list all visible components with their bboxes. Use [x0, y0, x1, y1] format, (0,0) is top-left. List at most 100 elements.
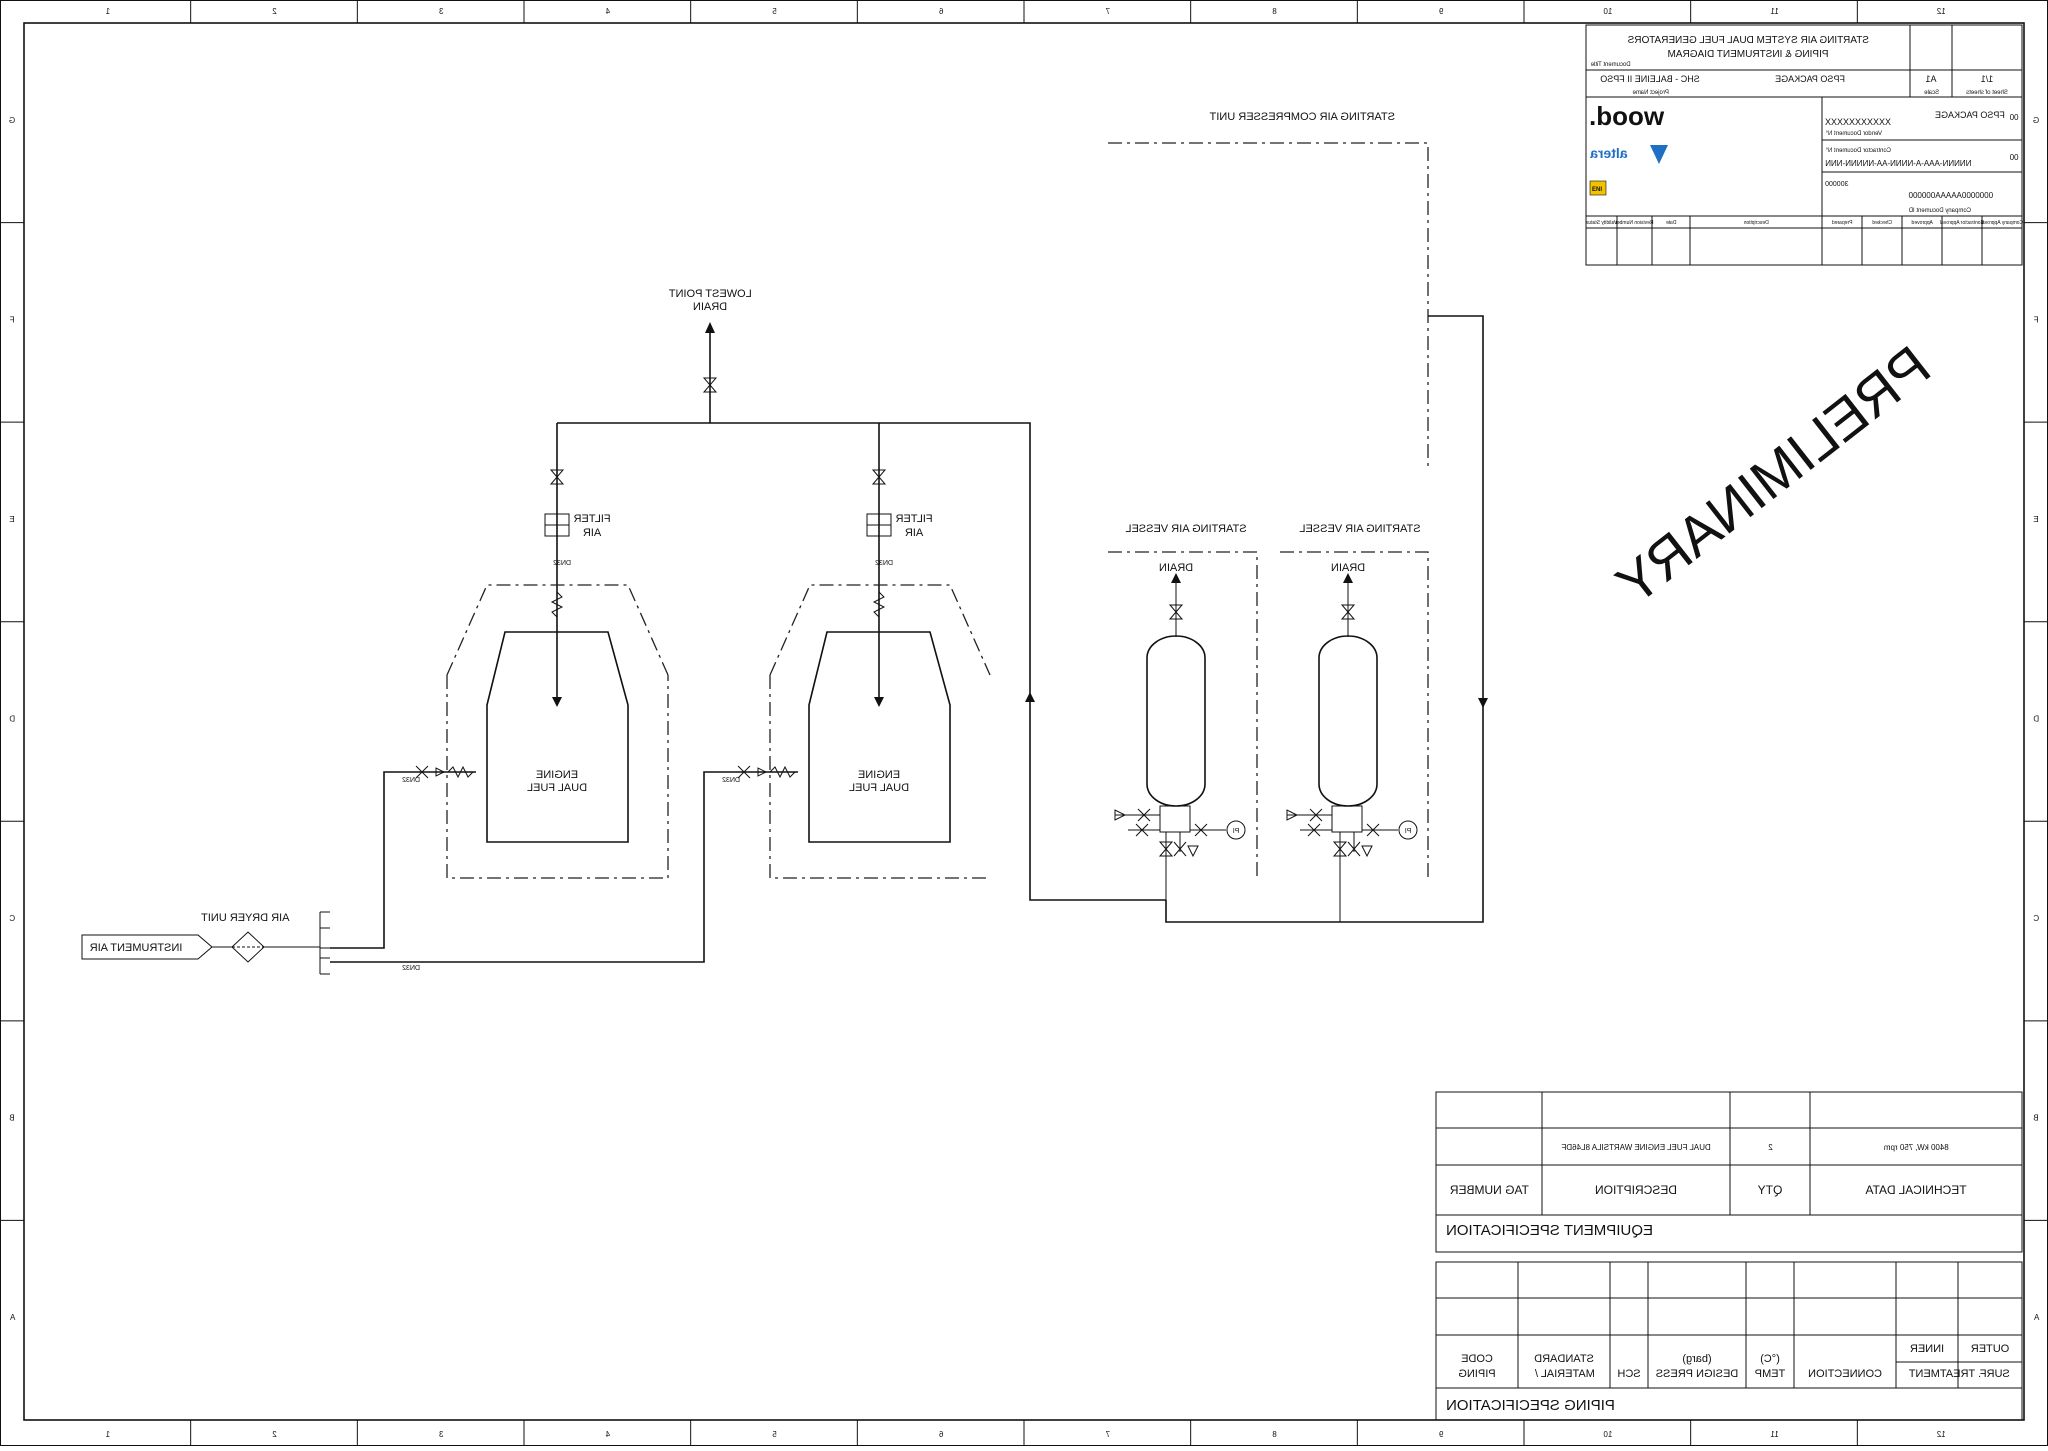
title-block: STARTING AIR SYSTEM DUAL FUEL GENERATORS…: [1585, 24, 2023, 266]
compressor-unit-label: STARTING AIR COMPRESSER UNIT: [1209, 111, 1395, 123]
revision-table-headers: Validity StatusRevision Number Date Descri…: [1585, 220, 2023, 226]
column-mark-label: 11: [1770, 7, 1779, 16]
pipe-col-inner: INNER: [1910, 1343, 1944, 1355]
company-doc-number: 0000000AAAAA000000: [1908, 191, 1993, 200]
column-mark-label: 8: [1272, 1430, 1277, 1439]
revision-header-label: Checked: [1872, 220, 1892, 226]
revision-header-label: Company Approval: [1981, 220, 2023, 226]
sheet-size: A1: [1925, 74, 1936, 84]
line-tag-c: DN32: [402, 777, 420, 784]
vessel-1-manifold: [1159, 805, 1191, 833]
column-mark-label: 10: [1603, 7, 1612, 16]
pipe-col-press-a: (barg): [1682, 1353, 1711, 1365]
vessel-2-drain-label: DRAIN: [1331, 562, 1365, 574]
engine-2-assembly: FILTER AIR DN32 ENGINE DUAL FUEL: [769, 423, 991, 879]
revision-header-label: Revision Number: [1615, 220, 1654, 226]
partner-logo: altera: [1590, 145, 1628, 161]
column-mark-label: 7: [1105, 1430, 1110, 1439]
row-mark-label: G: [2033, 116, 2039, 125]
column-mark-label: 6: [938, 7, 943, 16]
revision-header-label: Description: [1743, 220, 1768, 226]
revision-header-label: Contractor Approval: [1940, 220, 1984, 226]
pipe-col-piping-b: PIPING: [1458, 1368, 1495, 1380]
project-field-label: Project Name: [1632, 90, 1669, 96]
row-grid-marks: G G F F E E D D C C B B A A: [0, 116, 2048, 1322]
row-mark-label: C: [2033, 914, 2039, 923]
equipment-spec-heading: EQUIPMENT SPECIFICATION: [1446, 1222, 1653, 1239]
vendor-doc-label: Vendor Document N°: [1825, 131, 1882, 137]
owner-logo-code: ENI: [1592, 187, 1602, 193]
row-mark-label: E: [9, 515, 14, 524]
column-mark-label: 6: [938, 1430, 943, 1439]
instrument-air-label: INSTRUMENT AIR: [90, 942, 183, 954]
row-mark-label: B: [2033, 1114, 2038, 1123]
equip-cell-description: DUAL FUEL ENGINE WARTSILA 8L46DF: [1561, 1143, 1710, 1152]
lowest-point-drain: LOWEST POINT DRAIN: [669, 288, 752, 423]
line-tag-d: DN32: [722, 777, 740, 784]
column-mark-label: 10: [1603, 1430, 1612, 1439]
revision-a: 00: [2009, 113, 2018, 122]
pipe-col-temp-a: (°C): [1760, 1353, 1780, 1365]
column-mark-label: 3: [438, 7, 443, 16]
lowest-point-label: LOWEST POINT: [669, 288, 752, 300]
column-mark-label: 9: [1438, 1430, 1443, 1439]
column-mark-label: 1: [105, 1430, 110, 1439]
vessel-1-label: STARTING AIR VESSEL: [1125, 523, 1246, 535]
row-mark-label: A: [2033, 1313, 2039, 1322]
contractor-doc-label: Contractor Document N°: [1825, 148, 1891, 154]
revision-header-label: Approved: [1911, 220, 1933, 226]
column-mark-label: 2: [272, 7, 277, 16]
pi-2-label: PI: [1405, 828, 1412, 835]
column-mark-label: 11: [1770, 1430, 1779, 1439]
column-mark-label: 12: [1936, 1430, 1945, 1439]
vessel-2-label: STARTING AIR VESSEL: [1299, 523, 1420, 535]
scale-label: Scale: [1923, 90, 1939, 96]
row-mark-label: E: [2033, 515, 2038, 524]
row-mark-label: C: [9, 914, 15, 923]
row-mark-label: D: [9, 715, 15, 724]
column-mark-label: 9: [1438, 7, 1443, 16]
equip-cell-qty: 2: [1768, 1143, 1773, 1152]
package-name: FPSO PACKAGE: [1775, 74, 1845, 84]
column-mark-label: 8: [1272, 7, 1277, 16]
air-filter-1-label-b: AIR: [583, 527, 601, 539]
starting-air-vessel-1: STARTING AIR VESSEL DRAIN PI: [1108, 523, 1258, 900]
vessel-1-body: [1146, 635, 1206, 807]
piping-spec-heading: PIPING SPECIFICATION: [1446, 1397, 1615, 1414]
pipe-col-outer: OUTER: [1971, 1343, 2010, 1355]
pid-drawing-canvas: 112233445566778899101011111212 G GF FE ED DC…: [0, 0, 2048, 1446]
lowest-point-drain-label: DRAIN: [693, 301, 727, 313]
air-dryer-label: AIR DRYER UNIT: [201, 912, 290, 924]
line-tag-a: DN32: [553, 560, 571, 567]
pipe-col-connection: CONNECTION: [1808, 1368, 1882, 1380]
pipe-col-piping-a: CODE: [1461, 1353, 1493, 1365]
row-mark-label: G: [9, 116, 15, 125]
sheet-number: 1/1: [1981, 74, 1994, 84]
instrument-air-supply: INSTRUMENT AIR AIR DRYER UNIT DN32 DN32 …: [81, 765, 798, 975]
engine-1-label-a: ENGINE: [536, 769, 578, 781]
row-mark-label: F: [10, 315, 15, 324]
revision-header-label: Validity Status: [1585, 220, 1617, 226]
doc-title-label: Document Title: [1590, 62, 1631, 68]
equip-cell-technical: 8400 kW, 750 rpm: [1884, 1143, 1949, 1152]
partner-doc-number: NNNNN-AAA-A-NNNN-AA-NNNNN-NNN: [1825, 159, 1971, 168]
title-line-1: STARTING AIR SYSTEM DUAL FUEL GENERATORS: [1627, 35, 1869, 46]
compressor-unit: STARTING AIR COMPRESSER UNIT: [1108, 111, 1488, 923]
line-tag-e: DN32: [402, 965, 420, 972]
revision-header-label: Prepared: [1832, 220, 1853, 226]
column-mark-label: 3: [438, 1430, 443, 1439]
vessel-2-manifold: [1331, 805, 1363, 833]
engine-1-label-b: DUAL FUEL: [527, 782, 587, 794]
row-mark-label: B: [9, 1114, 14, 1123]
air-filter-2-label-b: AIR: [905, 527, 923, 539]
column-mark-label: 7: [1105, 7, 1110, 16]
contractor-logo: wood.: [1589, 101, 1665, 131]
equipment-specification-table: EQUIPMENT SPECIFICATION TAG NUMBER DESCR…: [1435, 1091, 2023, 1253]
column-mark-label: 4: [605, 1430, 610, 1439]
air-filter-2-label-a: FILTER: [895, 513, 932, 525]
piping-specification-table: PIPING SPECIFICATION CODE PIPING STANDAR…: [1435, 1261, 2023, 1421]
project-name: SHC - BALEINE II FPSO: [1600, 74, 1700, 84]
column-mark-label: 5: [772, 1430, 777, 1439]
revision-b: 00: [2009, 153, 2018, 162]
job-code: 300000: [1825, 181, 1848, 188]
